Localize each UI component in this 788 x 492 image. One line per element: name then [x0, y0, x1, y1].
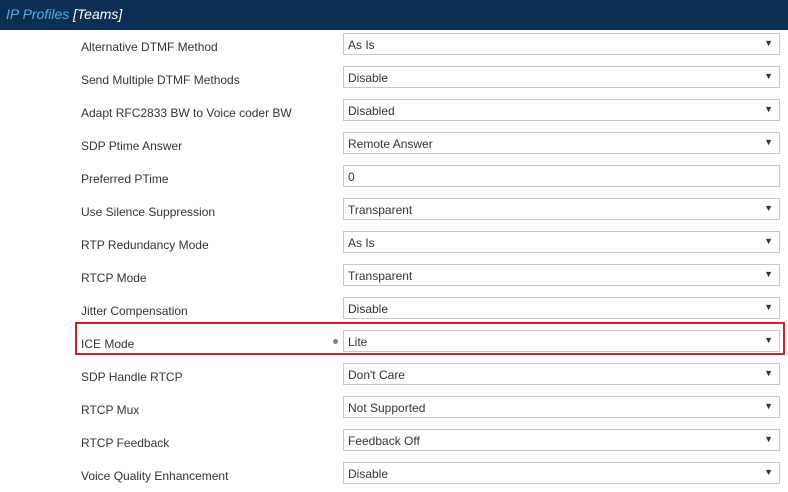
setting-label: Voice Quality Enhancement	[81, 469, 229, 483]
setting-value: Transparent	[348, 269, 413, 283]
setting-row: Use Silence Suppression Transparent ▼	[0, 195, 788, 228]
setting-value: Disable	[348, 71, 389, 85]
chevron-down-icon[interactable]: ▼	[764, 302, 773, 312]
setting-select[interactable]: Don't Care ▼	[343, 363, 780, 385]
breadcrumb-section[interactable]: IP Profiles	[6, 6, 69, 22]
setting-label: RTCP Feedback	[81, 436, 170, 450]
setting-label: SDP Handle RTCP	[81, 370, 183, 384]
chevron-down-icon[interactable]: ▼	[764, 368, 773, 378]
chevron-down-icon[interactable]: ▼	[764, 269, 773, 279]
setting-label: RTP Redundancy Mode	[81, 238, 209, 252]
setting-select[interactable]: As Is ▼	[343, 33, 780, 55]
setting-row: Adapt RFC2833 BW to Voice coder BW Disabl…	[0, 96, 788, 129]
setting-select[interactable]: Transparent ▼	[343, 264, 780, 286]
page-header: IP Profiles [Teams]	[0, 0, 788, 30]
setting-label: Adapt RFC2833 BW to Voice coder BW	[81, 106, 292, 120]
setting-value: As Is	[348, 236, 375, 250]
setting-label: Preferred PTime	[81, 172, 169, 186]
chevron-down-icon[interactable]: ▼	[764, 137, 773, 147]
page-title: [Teams]	[73, 6, 123, 22]
setting-row: RTCP Mux Not Supported ▼	[0, 393, 788, 426]
setting-select[interactable]: Disable ▼	[343, 297, 780, 319]
setting-row: SDP Handle RTCP Don't Care ▼	[0, 360, 788, 393]
setting-select[interactable]: Transparent ▼	[343, 198, 780, 220]
chevron-down-icon[interactable]: ▼	[764, 236, 773, 246]
setting-value: Remote Answer	[348, 137, 433, 151]
setting-value: Disable	[348, 467, 389, 481]
setting-label: Alternative DTMF Method	[81, 40, 218, 54]
setting-select[interactable]: Feedback Off ▼	[343, 429, 780, 451]
chevron-down-icon[interactable]: ▼	[764, 71, 773, 81]
setting-input[interactable]: 0	[343, 165, 780, 187]
setting-select[interactable]: As Is ▼	[343, 231, 780, 253]
setting-row: Alternative DTMF Method As Is ▼	[0, 30, 788, 63]
setting-row: Send Multiple DTMF Methods Disable ▼	[0, 63, 788, 96]
setting-value: Don't Care	[348, 368, 405, 382]
setting-label: Jitter Compensation	[81, 304, 188, 318]
chevron-down-icon[interactable]: ▼	[764, 467, 773, 477]
setting-select[interactable]: Disable ▼	[343, 66, 780, 88]
chevron-down-icon[interactable]: ▼	[764, 104, 773, 114]
chevron-down-icon[interactable]: ▼	[764, 401, 773, 411]
setting-select[interactable]: Remote Answer ▼	[343, 132, 780, 154]
highlight-box	[75, 322, 785, 355]
setting-value: As Is	[348, 38, 375, 52]
chevron-down-icon[interactable]: ▼	[764, 38, 773, 48]
chevron-down-icon[interactable]: ▼	[764, 203, 773, 213]
setting-row: Voice Quality Enhancement Disable ▼	[0, 459, 788, 492]
setting-select[interactable]: Disable ▼	[343, 462, 780, 484]
setting-row: RTCP Mode Transparent ▼	[0, 261, 788, 294]
setting-value: 0	[348, 170, 355, 184]
chevron-down-icon[interactable]: ▼	[764, 434, 773, 444]
setting-select[interactable]: Not Supported ▼	[343, 396, 780, 418]
setting-value: Not Supported	[348, 401, 426, 415]
setting-row: Preferred PTime 0	[0, 162, 788, 195]
setting-row: RTP Redundancy Mode As Is ▼	[0, 228, 788, 261]
setting-value: Transparent	[348, 203, 413, 217]
setting-label: Send Multiple DTMF Methods	[81, 73, 240, 87]
setting-select[interactable]: Disabled ▼	[343, 99, 780, 121]
setting-label: RTCP Mode	[81, 271, 147, 285]
setting-row: SDP Ptime Answer Remote Answer ▼	[0, 129, 788, 162]
setting-label: Use Silence Suppression	[81, 205, 216, 219]
setting-value: Disable	[348, 302, 389, 316]
setting-value: Disabled	[348, 104, 395, 118]
setting-value: Feedback Off	[348, 434, 420, 448]
setting-label: RTCP Mux	[81, 403, 140, 417]
setting-label: SDP Ptime Answer	[81, 139, 183, 153]
setting-row: RTCP Feedback Feedback Off ▼	[0, 426, 788, 459]
